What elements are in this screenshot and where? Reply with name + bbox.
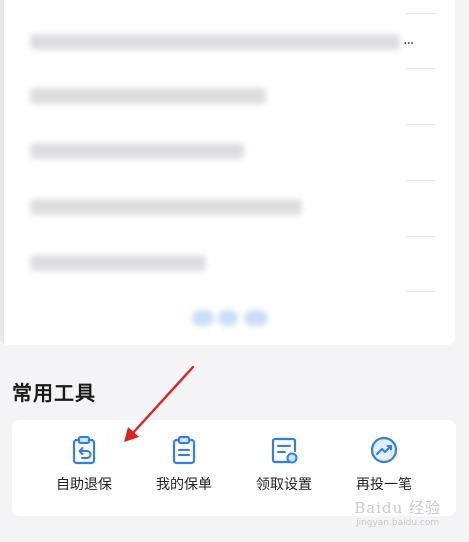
tool-payout-settings[interactable]: 领取设置: [234, 420, 334, 516]
list-divider: [406, 68, 436, 69]
watermark-main: Baidu 经验: [354, 499, 441, 517]
tool-label: 领取设置: [256, 477, 312, 493]
tool-self-surrender[interactable]: 自助退保: [34, 420, 134, 516]
list-divider: [406, 291, 436, 292]
list-divider: [406, 236, 436, 237]
faq-item-ellipsis: ...: [403, 32, 414, 48]
list-divider: [406, 13, 436, 14]
tool-my-policy[interactable]: 我的保单: [134, 420, 234, 516]
section-title-tools: 常用工具: [12, 381, 96, 405]
policy-document-icon: [172, 436, 196, 465]
watermark: Baidu 经验 jingyan.baidu.com: [354, 497, 441, 528]
faq-list-card: ...: [0, 0, 455, 345]
list-divider: [406, 124, 436, 125]
faq-item-blurred[interactable]: [30, 88, 266, 104]
watermark-sub: jingyan.baidu.com: [356, 518, 440, 528]
faq-item-blurred[interactable]: [30, 34, 400, 50]
tool-label: 我的保单: [156, 477, 212, 493]
payout-settings-icon: [271, 437, 298, 464]
faq-item-blurred[interactable]: [30, 143, 244, 159]
pagination-dots[interactable]: [192, 310, 274, 328]
faq-item-blurred[interactable]: [30, 255, 206, 271]
reinvest-chart-icon: [370, 436, 398, 464]
tool-label: 再投一笔: [356, 477, 412, 493]
list-divider: [406, 180, 436, 181]
faq-item-blurred[interactable]: [30, 199, 302, 215]
clipboard-return-icon: [72, 436, 96, 465]
tool-label: 自助退保: [56, 477, 112, 493]
